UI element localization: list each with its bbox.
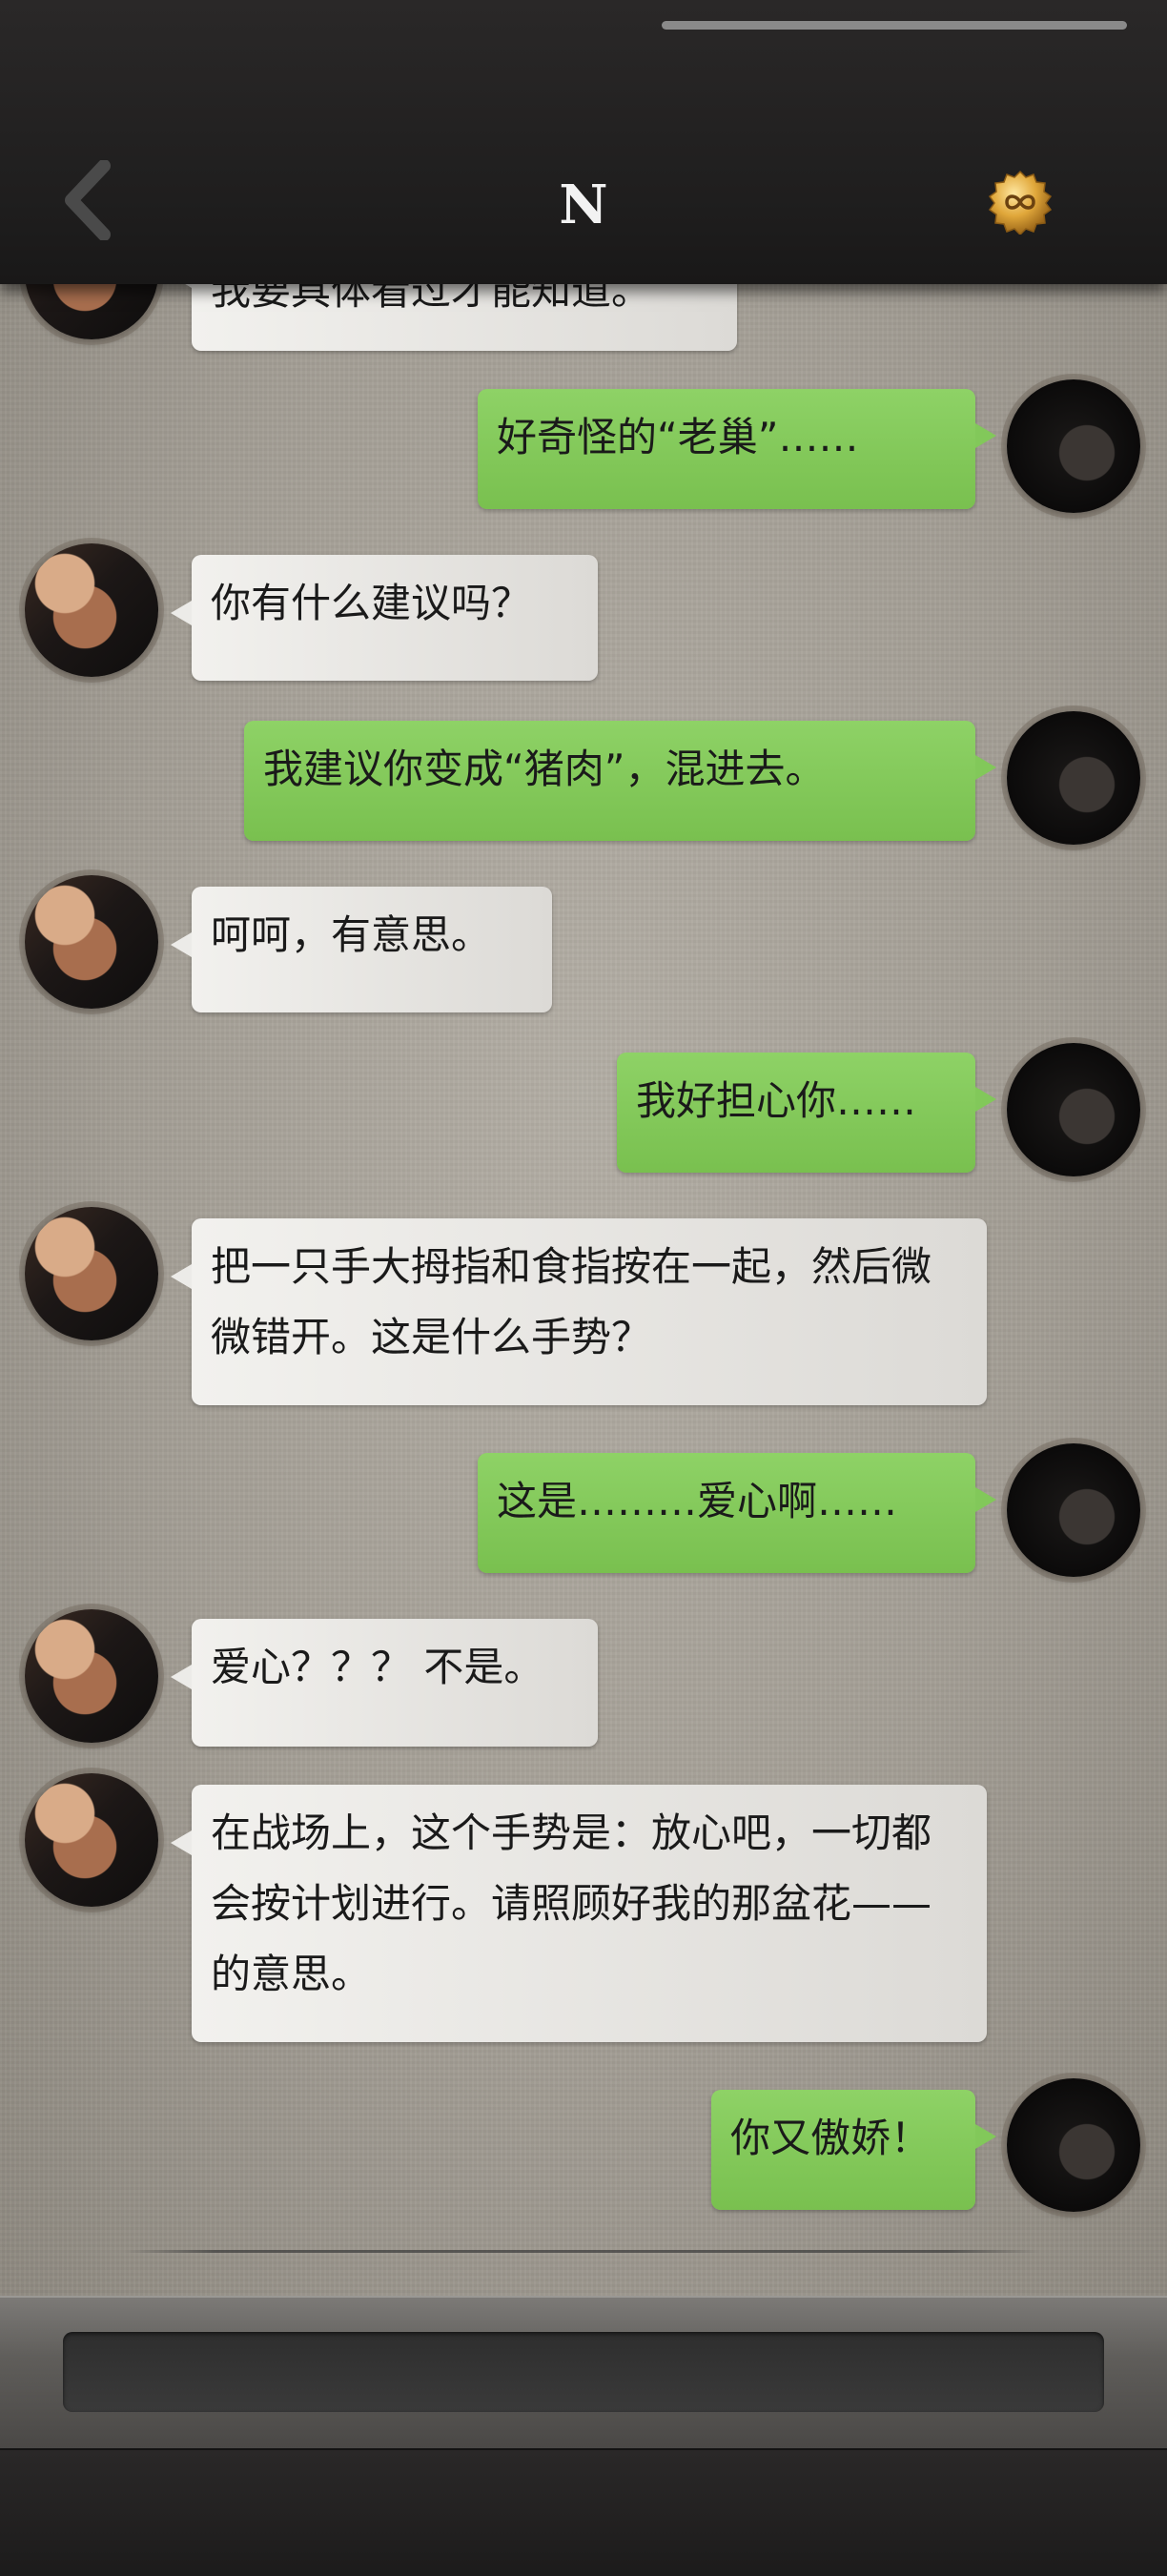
incoming-message-bubble[interactable]: 呵呵，有意思。 [171,887,552,1012]
user-avatar[interactable] [1007,711,1140,845]
message-input[interactable] [63,2332,1104,2412]
incoming-message-bubble[interactable]: 你有什么建议吗？ [171,555,598,681]
incoming-message-bubble[interactable]: 在战场上，这个手势是：放心吧，一切都会按计划进行。请照顾好我的那盆花——的意思。 [171,1785,987,2042]
chat-header: N [0,0,1167,284]
divider [124,2250,1039,2253]
contact-avatar[interactable] [25,1773,158,1907]
message-text: 呵呵，有意思。 [211,911,492,958]
contact-avatar[interactable] [25,1207,158,1340]
incoming-message-bubble[interactable]: 爱心？？？ 不是。 [171,1619,598,1747]
message-text: 这是………爱心啊…… [497,1478,898,1524]
gold-coin-icon [988,170,1053,236]
message-text: 我建议你变成“猪肉”，混进去。 [263,746,826,792]
bottom-panel [0,2448,1167,2576]
user-avatar[interactable] [1007,1043,1140,1176]
user-avatar[interactable] [1007,1443,1140,1577]
incoming-message-bubble[interactable]: 把一只手大拇指和食指按在一起，然后微微错开。这是什么手势？ [171,1218,987,1405]
message-text: 你又傲娇！ [730,2115,932,2161]
message-text: 好奇怪的“老巢”…… [497,414,859,460]
message-text: 我要具体看过才能知道。 [211,284,652,314]
outgoing-message-bubble[interactable]: 好奇怪的“老巢”…… [478,389,996,509]
contact-avatar[interactable] [25,543,158,677]
outgoing-message-bubble[interactable]: 这是………爱心啊…… [478,1453,996,1573]
contact-avatar[interactable] [25,875,158,1009]
status-bar-indicator [662,21,1127,30]
outgoing-message-bubble[interactable]: 你又傲娇！ [711,2090,996,2210]
contact-avatar[interactable] [25,1609,158,1743]
chat-message-list[interactable]: 我要具体看过才能知道。 好奇怪的“老巢”…… 你有什么建议吗？ 我建议你变成“猪… [0,284,1167,2296]
message-text: 我好担心你…… [636,1077,917,1124]
message-text: 你有什么建议吗？ [211,580,532,626]
message-text: 在战场上，这个手势是：放心吧，一切都会按计划进行。请照顾好我的那盆花——的意思。 [211,1809,932,1997]
input-bar [0,2296,1167,2450]
user-avatar[interactable] [1007,379,1140,513]
incoming-message-bubble[interactable]: 我要具体看过才能知道。 [171,284,737,351]
outgoing-message-bubble[interactable]: 我建议你变成“猪肉”，混进去。 [244,721,996,841]
outgoing-message-bubble[interactable]: 我好担心你…… [617,1053,996,1173]
message-text: 爱心？？？ 不是。 [211,1644,544,1690]
coin-button[interactable] [988,170,1053,236]
message-text: 把一只手大拇指和食指按在一起，然后微微错开。这是什么手势？ [211,1243,932,1360]
contact-avatar[interactable] [25,284,158,339]
user-avatar[interactable] [1007,2078,1140,2212]
